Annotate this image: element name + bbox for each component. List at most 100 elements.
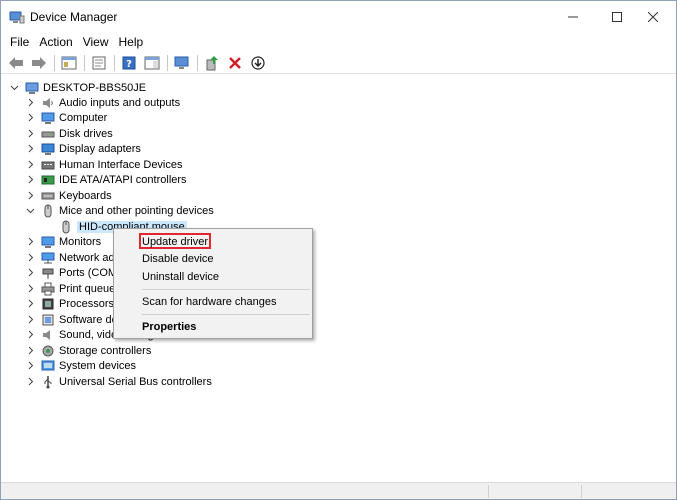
processor-icon bbox=[41, 297, 55, 311]
context-separator bbox=[142, 289, 310, 290]
ide-controller-icon bbox=[41, 173, 55, 187]
update-driver-icon[interactable] bbox=[202, 53, 222, 73]
tree-item-label: Disk drives bbox=[59, 127, 113, 140]
chevron-right-icon[interactable] bbox=[25, 237, 35, 247]
tree-item-usb[interactable]: Universal Serial Bus controllers bbox=[25, 374, 212, 389]
mouse-icon bbox=[59, 220, 73, 234]
tree-item-keyboards[interactable]: Keyboards bbox=[25, 188, 112, 203]
chevron-right-icon[interactable] bbox=[25, 253, 35, 263]
device-manager-window: Device Manager File Action View Help ? D… bbox=[0, 0, 677, 500]
chevron-right-icon[interactable] bbox=[25, 268, 35, 278]
title-bar[interactable]: Device Manager bbox=[1, 1, 676, 32]
context-scan-hardware[interactable]: Scan for hardware changes bbox=[142, 294, 277, 310]
computer-icon bbox=[41, 111, 55, 125]
tree-item-mice[interactable]: Mice and other pointing devices bbox=[25, 203, 214, 218]
chevron-right-icon[interactable] bbox=[25, 299, 35, 309]
chevron-right-icon[interactable] bbox=[25, 175, 35, 185]
chevron-down-icon[interactable] bbox=[9, 83, 19, 93]
tree-item-display-adapters[interactable]: Display adapters bbox=[25, 141, 141, 156]
chevron-right-icon[interactable] bbox=[25, 160, 35, 170]
toolbar-separator bbox=[54, 54, 55, 71]
tree-item-label: IDE ATA/ATAPI controllers bbox=[59, 173, 187, 186]
forward-arrow-icon[interactable] bbox=[29, 53, 49, 73]
svg-text:?: ? bbox=[126, 59, 132, 70]
tree-item-disk-drives[interactable]: Disk drives bbox=[25, 126, 113, 141]
tree-root[interactable]: DESKTOP-BBS50JE bbox=[9, 80, 146, 95]
tree-item-hid[interactable]: Human Interface Devices bbox=[25, 157, 183, 172]
status-divider bbox=[581, 485, 582, 498]
tree-item-label: Universal Serial Bus controllers bbox=[59, 375, 212, 388]
tree-item-label: Processors bbox=[59, 297, 115, 310]
menu-view[interactable]: View bbox=[78, 32, 114, 52]
context-uninstall-device[interactable]: Uninstall device bbox=[142, 269, 219, 285]
menu-help[interactable]: Help bbox=[114, 32, 149, 52]
chevron-right-icon[interactable] bbox=[25, 144, 35, 154]
chevron-right-icon[interactable] bbox=[25, 315, 35, 325]
chevron-right-icon[interactable] bbox=[25, 191, 35, 201]
action-pane-icon[interactable] bbox=[142, 53, 162, 73]
status-divider bbox=[488, 485, 489, 498]
chevron-right-icon[interactable] bbox=[25, 284, 35, 294]
tree-item-label: Audio inputs and outputs bbox=[59, 96, 181, 109]
tree-item-label: Human Interface Devices bbox=[59, 158, 183, 171]
menu-bar: File Action View Help bbox=[1, 32, 676, 52]
tree-item-processors[interactable]: Processors bbox=[25, 296, 114, 311]
chevron-right-icon[interactable] bbox=[25, 330, 35, 340]
tree-item-audio[interactable]: Audio inputs and outputs bbox=[25, 95, 180, 110]
window-title: Device Manager bbox=[30, 10, 118, 24]
chevron-right-icon[interactable] bbox=[25, 361, 35, 371]
show-hide-console-tree-icon[interactable] bbox=[59, 53, 79, 73]
tree-item-label: Monitors bbox=[59, 235, 102, 248]
tree-item-label: Print queues bbox=[59, 282, 121, 295]
download-circle-icon[interactable] bbox=[248, 53, 268, 73]
port-icon bbox=[41, 266, 55, 280]
mouse-icon bbox=[41, 204, 55, 218]
chevron-right-icon[interactable] bbox=[25, 98, 35, 108]
device-tree: DESKTOP-BBS50JE Audio inputs and outputs… bbox=[3, 75, 674, 481]
storage-icon bbox=[41, 344, 55, 358]
menu-action[interactable]: Action bbox=[34, 32, 77, 52]
chevron-right-icon[interactable] bbox=[25, 377, 35, 387]
properties-sheet-icon[interactable] bbox=[89, 53, 109, 73]
context-disable-device[interactable]: Disable device bbox=[142, 251, 214, 267]
chevron-down-icon[interactable] bbox=[25, 206, 35, 216]
toolbar-separator bbox=[84, 54, 85, 71]
context-menu: Update driver Disable device Uninstall d… bbox=[113, 228, 313, 339]
keyboard-icon bbox=[41, 189, 55, 203]
chevron-right-icon[interactable] bbox=[25, 113, 35, 123]
monitor-icon bbox=[41, 235, 55, 249]
status-bar bbox=[1, 482, 676, 499]
tree-item-monitors[interactable]: Monitors bbox=[25, 234, 101, 249]
hid-icon bbox=[41, 158, 55, 172]
device-manager-icon bbox=[9, 9, 25, 25]
help-icon[interactable]: ? bbox=[119, 53, 139, 73]
speaker-icon bbox=[41, 96, 55, 110]
tree-item-storage[interactable]: Storage controllers bbox=[25, 343, 151, 358]
minimize-button[interactable] bbox=[550, 1, 596, 32]
tree-item-system[interactable]: System devices bbox=[25, 358, 136, 373]
sound-icon bbox=[41, 328, 55, 342]
tree-item-label: Computer bbox=[59, 111, 108, 124]
tree-item-label: System devices bbox=[59, 359, 137, 372]
chevron-right-icon[interactable] bbox=[25, 129, 35, 139]
toolbar-separator bbox=[167, 54, 168, 71]
chevron-right-icon[interactable] bbox=[25, 346, 35, 356]
tree-item-ide[interactable]: IDE ATA/ATAPI controllers bbox=[25, 172, 187, 187]
display-adapter-icon bbox=[41, 142, 55, 156]
tree-item-label: Mice and other pointing devices bbox=[59, 204, 214, 217]
toolbar-separator bbox=[114, 54, 115, 71]
back-arrow-icon[interactable] bbox=[6, 53, 26, 73]
context-update-driver[interactable]: Update driver bbox=[142, 234, 208, 250]
context-properties[interactable]: Properties bbox=[142, 319, 196, 335]
network-icon bbox=[41, 251, 55, 265]
close-button[interactable] bbox=[630, 1, 676, 32]
tree-item-label: Display adapters bbox=[59, 142, 141, 155]
scan-hardware-monitor-icon[interactable] bbox=[172, 53, 192, 73]
computer-root-icon bbox=[25, 81, 39, 95]
tree-item-print-queues[interactable]: Print queues bbox=[25, 281, 121, 296]
menu-file[interactable]: File bbox=[5, 32, 34, 52]
uninstall-x-icon[interactable] bbox=[225, 53, 245, 73]
tree-item-computer[interactable]: Computer bbox=[25, 110, 107, 125]
tree-item-label: Keyboards bbox=[59, 189, 112, 202]
context-separator bbox=[142, 314, 310, 315]
